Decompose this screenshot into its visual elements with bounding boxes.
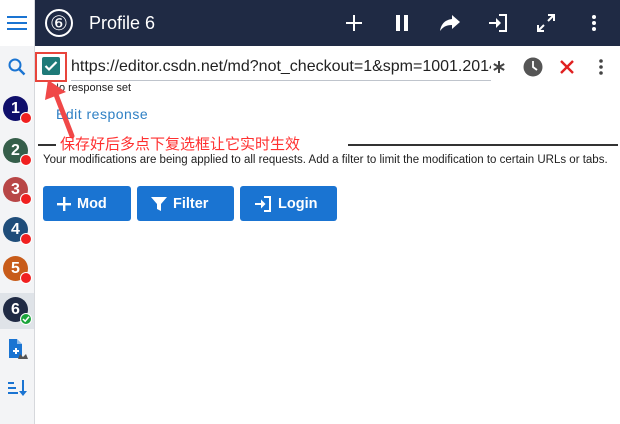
login-button-label: Login xyxy=(278,195,318,212)
disabled-badge xyxy=(20,112,32,124)
profile-6-label: 6 xyxy=(11,300,20,318)
filter-icon xyxy=(151,196,167,211)
row-actions xyxy=(488,54,612,80)
profile-2-avatar[interactable]: 2 xyxy=(3,138,32,166)
profile-5-label: 5 xyxy=(11,259,20,277)
add-mod-button[interactable]: Mod xyxy=(43,186,131,221)
section-divider xyxy=(348,144,618,146)
enabled-badge xyxy=(20,313,32,325)
profile-4-avatar[interactable]: 4 xyxy=(3,217,32,245)
login-icon[interactable] xyxy=(484,9,512,37)
profile-1-label: 1 xyxy=(11,99,20,117)
top-actions xyxy=(340,0,608,46)
share-icon[interactable] xyxy=(436,9,464,37)
profile-number-badge: ⑥ xyxy=(45,9,73,37)
section-divider xyxy=(38,144,56,146)
page-title: Profile 6 xyxy=(89,12,156,33)
clock-icon[interactable] xyxy=(522,56,544,78)
enter-icon xyxy=(255,195,271,212)
disabled-badge xyxy=(20,272,32,284)
header-row xyxy=(35,50,620,84)
profile-1-avatar[interactable]: 1 xyxy=(3,96,32,124)
header-enabled-checkbox[interactable] xyxy=(42,57,60,75)
annotation-text: 保存好后多点下复选框让它实时生效 xyxy=(60,135,301,153)
disabled-badge xyxy=(20,233,32,245)
menu-icon[interactable] xyxy=(0,0,34,46)
more-vert-icon[interactable] xyxy=(580,9,608,37)
top-bar: ⑥ Profile 6 xyxy=(35,0,620,46)
profile-5-avatar[interactable]: 5 xyxy=(3,256,32,284)
sidebar: 1 2 3 4 5 6 xyxy=(0,0,35,424)
plus-icon xyxy=(57,196,71,211)
info-text: Your modifications are being applied to … xyxy=(43,154,608,166)
add-filter-button[interactable]: Filter xyxy=(137,186,234,221)
profile-4-label: 4 xyxy=(11,220,20,238)
disabled-badge xyxy=(20,154,32,166)
row-more-icon[interactable] xyxy=(590,56,612,78)
disabled-badge xyxy=(20,193,32,205)
search-icon[interactable] xyxy=(0,58,34,76)
import-profile-icon[interactable] xyxy=(0,338,34,362)
delete-icon[interactable] xyxy=(556,56,578,78)
pause-icon[interactable] xyxy=(388,9,416,37)
regex-asterisk-icon[interactable] xyxy=(488,56,510,78)
profile-3-avatar[interactable]: 3 xyxy=(3,177,32,205)
login-button[interactable]: Login xyxy=(240,186,337,221)
filter-button-label: Filter xyxy=(173,195,209,212)
add-icon[interactable] xyxy=(340,9,368,37)
action-buttons: Mod Filter Login xyxy=(43,186,337,221)
mod-button-label: Mod xyxy=(77,195,107,212)
url-pattern-input[interactable] xyxy=(71,54,491,81)
profile-3-label: 3 xyxy=(11,180,20,198)
fullscreen-icon[interactable] xyxy=(532,9,560,37)
profile-2-label: 2 xyxy=(11,141,20,159)
profile-6-avatar[interactable]: 6 xyxy=(3,297,32,325)
sort-icon[interactable] xyxy=(0,378,34,398)
